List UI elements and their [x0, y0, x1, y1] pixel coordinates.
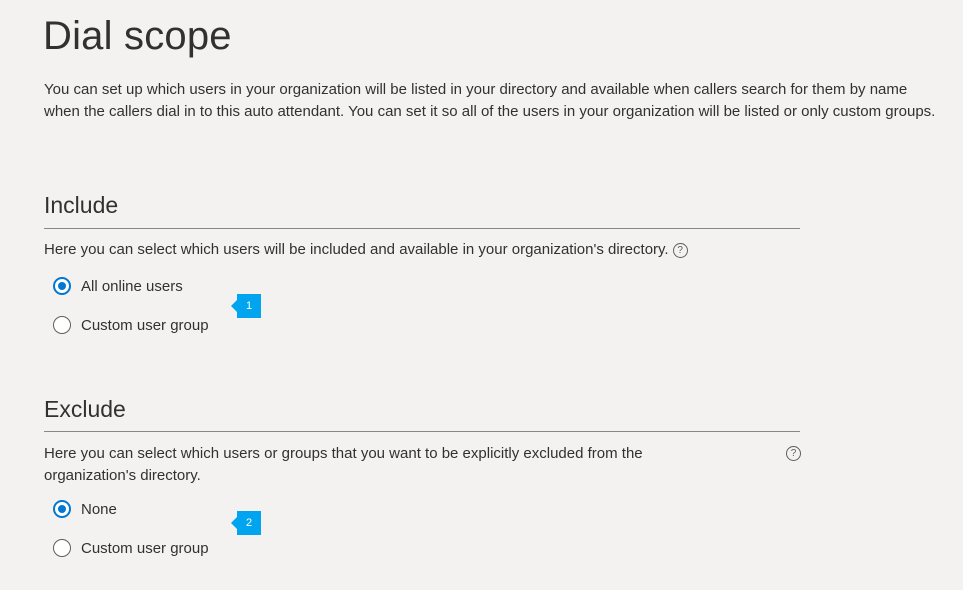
include-option-label: All online users — [81, 277, 183, 295]
include-description-row: Here you can select which users will be … — [44, 239, 688, 261]
exclude-option-label: Custom user group — [81, 539, 209, 557]
radio-button-selected-icon[interactable] — [53, 500, 71, 518]
include-option-label: Custom user group — [81, 316, 209, 334]
include-option-custom-user-group[interactable]: Custom user group — [53, 314, 209, 336]
exclude-heading: Exclude — [44, 396, 126, 422]
exclude-option-none[interactable]: None — [53, 498, 117, 520]
exclude-option-custom-user-group[interactable]: Custom user group — [53, 537, 209, 559]
exclude-divider — [44, 431, 800, 432]
include-divider — [44, 228, 800, 229]
intro-text: You can set up which users in your organ… — [44, 81, 936, 120]
include-heading: Include — [44, 192, 119, 218]
help-icon[interactable]: ? — [786, 446, 801, 461]
include-description: Here you can select which users will be … — [44, 241, 669, 258]
radio-button-icon[interactable] — [53, 316, 71, 334]
exclude-description: Here you can select which users or group… — [44, 445, 643, 484]
radio-button-icon[interactable] — [53, 539, 71, 557]
page-title: Dial scope — [43, 14, 232, 58]
exclude-option-label: None — [81, 500, 117, 518]
include-option-all-online-users[interactable]: All online users — [53, 275, 183, 297]
callout-marker: 2 — [231, 511, 261, 535]
help-icon[interactable]: ? — [672, 242, 688, 258]
callout-marker: 1 — [231, 294, 261, 318]
radio-button-selected-icon[interactable] — [53, 277, 71, 295]
